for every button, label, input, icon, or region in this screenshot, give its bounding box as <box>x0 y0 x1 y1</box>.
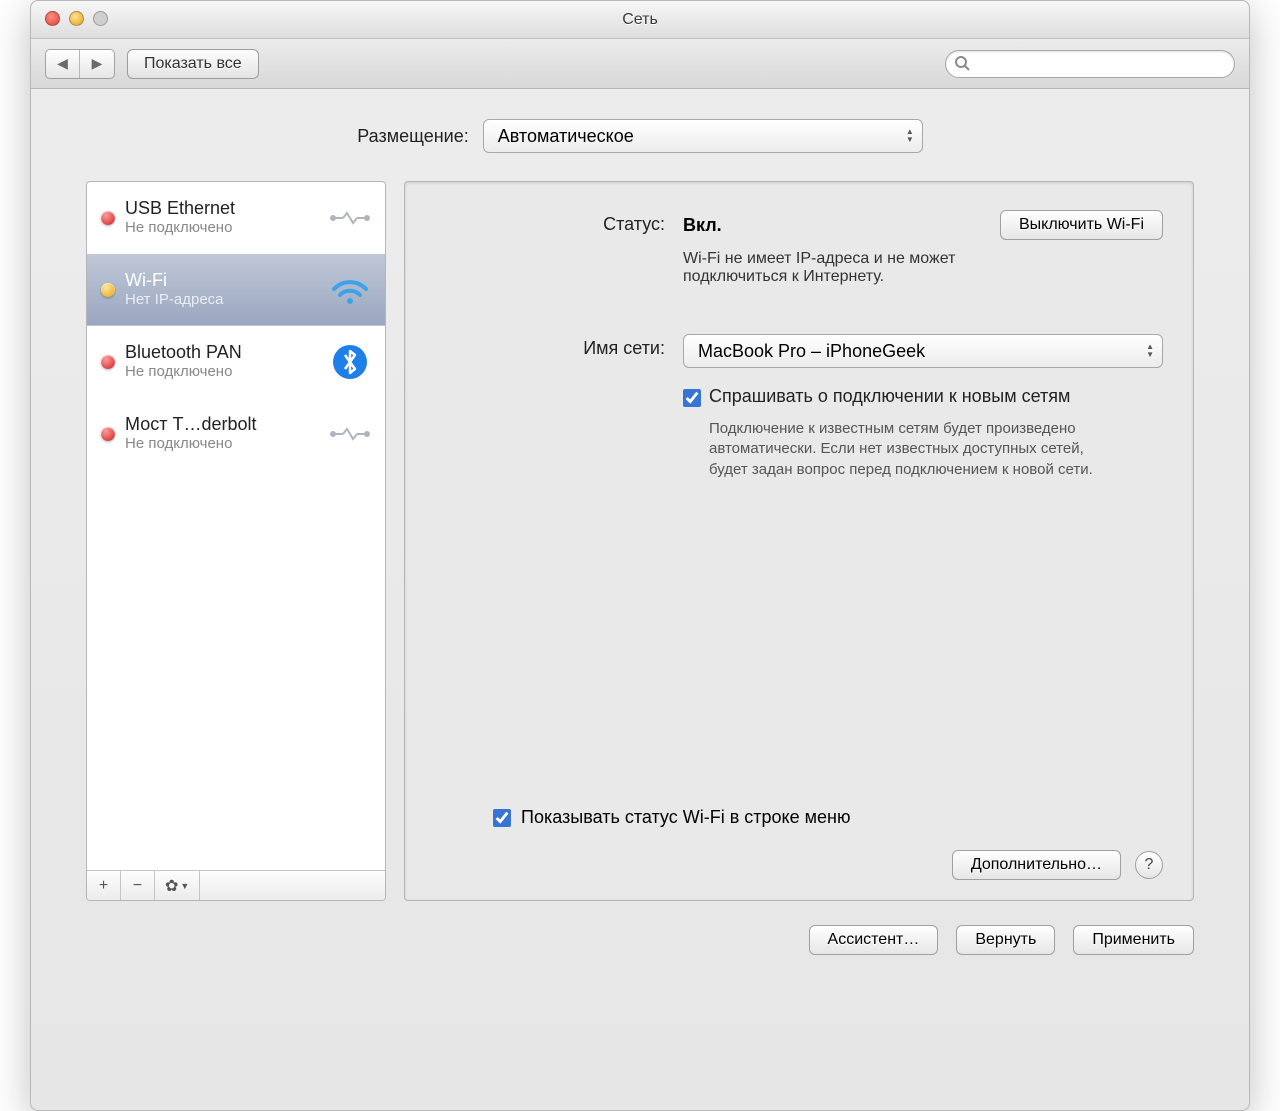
ask-to-join-checkbox[interactable] <box>683 389 701 407</box>
service-action-menu[interactable]: ✿▼ <box>155 871 200 900</box>
show-menubar-label: Показывать статус Wi-Fi в строке меню <box>521 807 850 828</box>
add-service-button[interactable]: + <box>87 871 121 900</box>
network-name-value: MacBook Pro – iPhoneGeek <box>698 341 925 362</box>
search-input[interactable] <box>945 50 1235 78</box>
location-label: Размещение: <box>357 126 468 147</box>
network-name-row: Имя сети: MacBook Pro – iPhoneGeek ▲▼ Сп… <box>435 334 1163 480</box>
show-all-button[interactable]: Показать все <box>127 49 259 79</box>
status-label: Статус: <box>435 210 665 286</box>
help-button[interactable]: ? <box>1135 851 1163 879</box>
status-dot-icon <box>101 283 115 297</box>
body: Размещение: Автоматическое ▲▼ USB Ethern… <box>31 89 1249 901</box>
revert-button[interactable]: Вернуть <box>956 925 1055 955</box>
close-window-button[interactable] <box>45 11 60 26</box>
remove-service-button[interactable]: − <box>121 871 155 900</box>
service-name: Wi-Fi <box>125 269 319 292</box>
service-name: Bluetooth PAN <box>125 341 319 364</box>
advanced-button[interactable]: Дополнительно… <box>952 850 1121 880</box>
location-popup[interactable]: Автоматическое ▲▼ <box>483 119 923 153</box>
back-button[interactable]: ◀ <box>46 50 80 78</box>
window-title: Сеть <box>31 11 1249 29</box>
service-status: Не подключено <box>125 435 319 454</box>
wifi-icon <box>329 269 371 311</box>
status-dot-icon <box>101 211 115 225</box>
show-menubar-checkbox[interactable] <box>493 809 511 827</box>
forward-button[interactable]: ▶ <box>80 50 114 78</box>
ask-to-join-row: Спрашивать о подключении к новым сетям <box>683 386 1163 407</box>
gear-icon: ✿ <box>165 876 178 896</box>
ethernet-icon <box>329 413 371 455</box>
zoom-window-button[interactable] <box>93 11 108 26</box>
sidebar-toolbar: + − ✿▼ <box>87 870 385 900</box>
service-usb-ethernet[interactable]: USB Ethernet Не подключено <box>87 182 385 254</box>
ethernet-icon <box>329 197 371 239</box>
network-name-label: Имя сети: <box>435 334 665 480</box>
chevron-updown-icon: ▲▼ <box>1146 343 1154 359</box>
detail-panel: Статус: Вкл. Выключить Wi-Fi Wi-Fi не им… <box>404 181 1194 901</box>
service-status: Не подключено <box>125 219 319 238</box>
search-icon <box>954 55 970 74</box>
sidebar: USB Ethernet Не подключено Wi-Fi Нет IP-… <box>86 181 386 901</box>
service-text: Wi-Fi Нет IP-адреса <box>125 269 319 310</box>
status-line: Вкл. Выключить Wi-Fi <box>683 210 1163 240</box>
service-thunderbolt-bridge[interactable]: Мост T…derbolt Не подключено <box>87 398 385 470</box>
network-name-col: MacBook Pro – iPhoneGeek ▲▼ Спрашивать о… <box>683 334 1163 480</box>
chevron-down-icon: ▼ <box>180 881 189 891</box>
apply-button[interactable]: Применить <box>1073 925 1194 955</box>
toolbar: ◀ ▶ Показать все <box>31 39 1249 89</box>
status-dot-icon <box>101 355 115 369</box>
minimize-window-button[interactable] <box>69 11 84 26</box>
service-text: USB Ethernet Не подключено <box>125 197 319 238</box>
advanced-row: Дополнительно… ? <box>435 850 1163 880</box>
toggle-wifi-button[interactable]: Выключить Wi-Fi <box>1000 210 1163 240</box>
service-text: Мост T…derbolt Не подключено <box>125 413 319 454</box>
service-status: Нет IP-адреса <box>125 291 319 310</box>
location-value: Автоматическое <box>498 126 634 147</box>
network-name-popup[interactable]: MacBook Pro – iPhoneGeek ▲▼ <box>683 334 1163 368</box>
spacer <box>435 498 1163 799</box>
status-dot-icon <box>101 427 115 441</box>
status-note: Wi-Fi не имеет IP-адреса и не может подк… <box>683 250 1063 286</box>
service-wifi[interactable]: Wi-Fi Нет IP-адреса <box>87 254 385 326</box>
service-bluetooth-pan[interactable]: Bluetooth PAN Не подключено <box>87 326 385 398</box>
ask-to-join-label: Спрашивать о подключении к новым сетям <box>709 386 1070 407</box>
service-name: USB Ethernet <box>125 197 319 220</box>
search-wrap <box>945 50 1235 78</box>
window-controls <box>45 11 108 26</box>
network-prefs-window: Сеть ◀ ▶ Показать все Размещение: Автома… <box>30 0 1250 1111</box>
status-row: Статус: Вкл. Выключить Wi-Fi Wi-Fi не им… <box>435 210 1163 286</box>
location-row: Размещение: Автоматическое ▲▼ <box>86 119 1194 153</box>
assistant-button[interactable]: Ассистент… <box>809 925 939 955</box>
titlebar: Сеть <box>31 1 1249 39</box>
ask-to-join-help: Подключение к известным сетям будет прои… <box>709 419 1119 480</box>
service-text: Bluetooth PAN Не подключено <box>125 341 319 382</box>
menubar-status-row: Показывать статус Wi-Fi в строке меню <box>493 807 1163 828</box>
bluetooth-icon <box>329 341 371 383</box>
service-name: Мост T…derbolt <box>125 413 319 436</box>
status-value: Вкл. <box>683 215 722 236</box>
service-list: USB Ethernet Не подключено Wi-Fi Нет IP-… <box>87 182 385 870</box>
nav-buttons: ◀ ▶ <box>45 49 115 79</box>
status-value-col: Вкл. Выключить Wi-Fi Wi-Fi не имеет IP-а… <box>683 210 1163 286</box>
columns: USB Ethernet Не подключено Wi-Fi Нет IP-… <box>86 181 1194 901</box>
chevron-updown-icon: ▲▼ <box>906 128 914 144</box>
service-status: Не подключено <box>125 363 319 382</box>
footer: Ассистент… Вернуть Применить <box>31 901 1249 955</box>
